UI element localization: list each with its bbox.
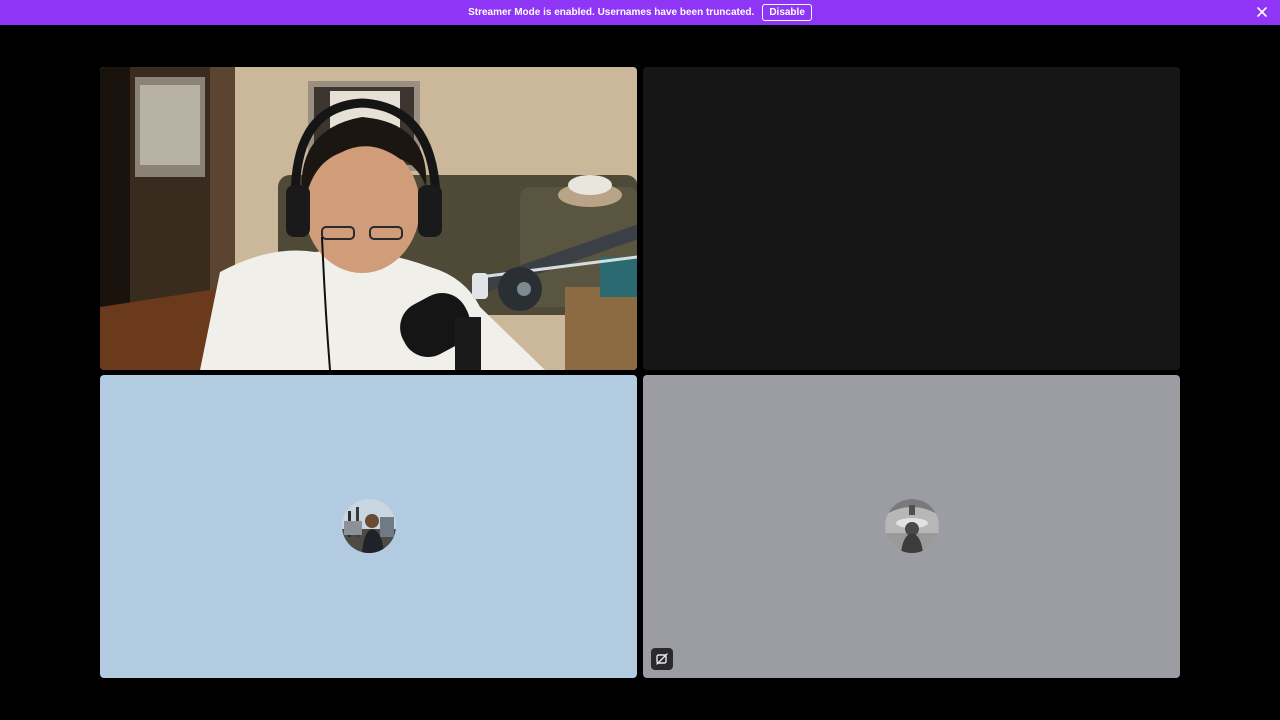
participant-avatar [885, 499, 939, 553]
camera-off-icon[interactable] [651, 648, 673, 670]
video-tile-dark[interactable] [643, 67, 1180, 370]
close-icon[interactable] [1254, 4, 1270, 20]
streamer-mode-notice-text: Streamer Mode is enabled. Usernames have… [468, 7, 755, 18]
camera-feed-image [100, 67, 637, 370]
participant-tile-blue[interactable] [100, 375, 637, 678]
participant-avatar [342, 499, 396, 553]
streamer-mode-notice-bar: Streamer Mode is enabled. Usernames have… [0, 0, 1280, 25]
disable-streamer-mode-button[interactable]: Disable [762, 4, 812, 21]
video-tile-camera[interactable] [100, 67, 637, 370]
participant-tile-gray[interactable] [643, 375, 1180, 678]
